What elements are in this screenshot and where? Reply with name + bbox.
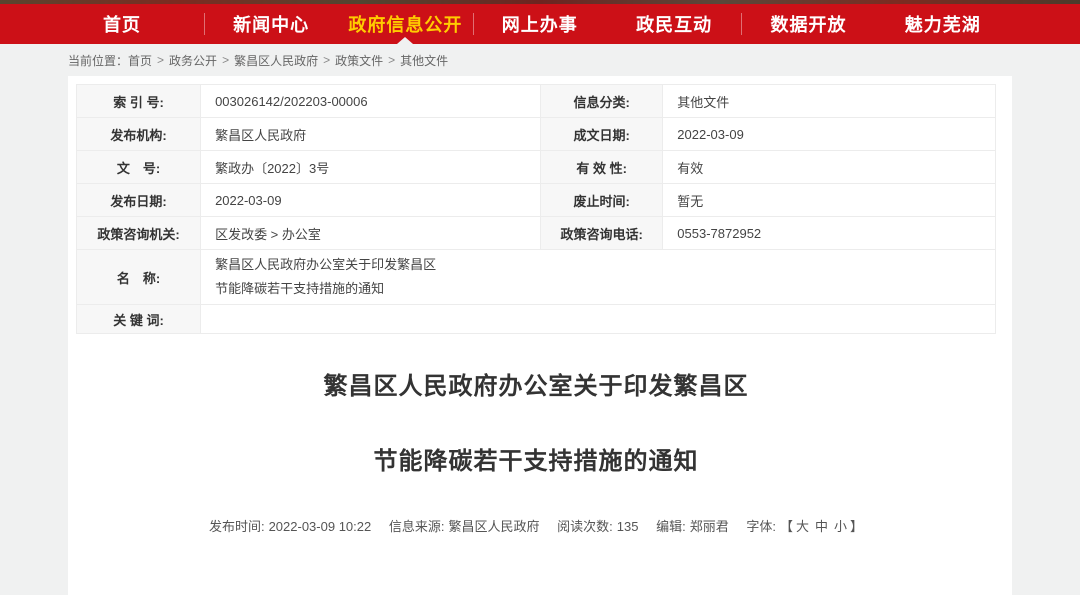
nav-item-public-interaction[interactable]: 政民互动 — [607, 4, 741, 44]
field-label-issuing-agency: 发布机构: — [77, 118, 201, 151]
main-navigation: 首页 新闻中心 政府信息公开 网上办事 政民互动 数据开放 魅力芜湖 — [0, 4, 1080, 44]
breadcrumb-separator: > — [323, 53, 330, 67]
meta-editor-label: 编辑: — [656, 519, 686, 534]
breadcrumb-item-other-files: 其他文件 — [400, 52, 448, 69]
nav-item-label: 政民互动 — [636, 11, 712, 37]
info-row: 索 引 号: 003026142/202203-00006 信息分类: 其他文件 — [77, 85, 996, 118]
breadcrumb-separator: > — [388, 53, 395, 67]
breadcrumb-item-home[interactable]: 首页 — [128, 52, 152, 69]
breadcrumb-item-gov-affairs[interactable]: 政务公开 — [169, 52, 217, 69]
field-value-written-date: 2022-03-09 — [663, 118, 996, 151]
meta-editor: 编辑: 郑丽君 — [656, 519, 732, 534]
field-value-consult-phone: 0553-7872952 — [663, 217, 996, 250]
font-size-switcher: 字体: 【大中小】 — [746, 519, 863, 534]
field-label-consult-agency: 政策咨询机关: — [77, 217, 201, 250]
nav-item-label: 魅力芜湖 — [905, 11, 981, 37]
document-name-line2: 节能降碳若干支持措施的通知 — [215, 277, 981, 301]
field-value-document-name: 繁昌区人民政府办公室关于印发繁昌区 节能降碳若干支持措施的通知 — [201, 250, 996, 305]
breadcrumb-separator: > — [157, 53, 164, 67]
font-size-bracket-open: 【 — [780, 519, 793, 534]
info-row: 政策咨询机关: 区发改委 > 办公室 政策咨询电话: 0553-7872952 — [77, 217, 996, 250]
field-value-doc-number: 繁政办〔2022〕3号 — [201, 151, 541, 184]
nav-item-open-data[interactable]: 数据开放 — [741, 4, 875, 44]
meta-source: 信息来源:繁昌区人民政府 — [389, 519, 543, 534]
nav-item-label: 新闻中心 — [233, 11, 309, 37]
font-size-label: 字体: — [746, 519, 776, 534]
meta-publish-time-label: 发布时间: — [209, 519, 265, 534]
document-title: 繁昌区人民政府办公室关于印发繁昌区 节能降碳若干支持措施的通知 — [76, 366, 996, 476]
document-name-line1: 繁昌区人民政府办公室关于印发繁昌区 — [215, 253, 981, 277]
meta-source-label: 信息来源: — [389, 519, 445, 534]
nav-item-home[interactable]: 首页 — [40, 4, 204, 44]
breadcrumb: 当前位置： 首页 > 政务公开 > 繁昌区人民政府 > 政策文件 > 其他文件 — [0, 44, 1080, 76]
info-row: 文 号: 繁政办〔2022〕3号 有 效 性: 有效 — [77, 151, 996, 184]
info-row: 发布机构: 繁昌区人民政府 成文日期: 2022-03-09 — [77, 118, 996, 151]
document-title-line2: 节能降碳若干支持措施的通知 — [76, 441, 996, 476]
field-label-index-number: 索 引 号: — [77, 85, 201, 118]
field-value-validity: 有效 — [663, 151, 996, 184]
font-size-bracket-close: 】 — [850, 519, 863, 534]
font-size-large-button[interactable]: 大 — [796, 519, 809, 534]
publish-meta-line: 发布时间: 2022-03-09 10:22 信息来源:繁昌区人民政府 阅读次数:… — [76, 516, 996, 535]
breadcrumb-label: 当前位置： — [68, 52, 128, 69]
meta-view-count-label: 阅读次数: — [557, 519, 613, 534]
field-label-info-category: 信息分类: — [541, 85, 663, 118]
field-label-written-date: 成文日期: — [541, 118, 663, 151]
document-title-line1: 繁昌区人民政府办公室关于印发繁昌区 — [76, 366, 996, 401]
field-value-consult-agency: 区发改委 > 办公室 — [201, 217, 541, 250]
meta-view-count-value: 135 — [617, 519, 639, 534]
meta-source-value: 繁昌区人民政府 — [448, 519, 539, 534]
field-label-publish-date: 发布日期: — [77, 184, 201, 217]
field-value-info-category: 其他文件 — [663, 85, 996, 118]
active-tab-indicator-triangle — [397, 37, 413, 44]
breadcrumb-item-policy-files[interactable]: 政策文件 — [335, 52, 383, 69]
nav-item-label: 网上办事 — [502, 11, 578, 37]
nav-item-online-services[interactable]: 网上办事 — [473, 4, 607, 44]
field-value-publish-date: 2022-03-09 — [201, 184, 541, 217]
breadcrumb-item-fanchang-gov[interactable]: 繁昌区人民政府 — [234, 52, 318, 69]
nav-item-label: 首页 — [103, 11, 141, 37]
info-row: 关 键 词: — [77, 305, 996, 334]
field-label-repeal-time: 废止时间: — [541, 184, 663, 217]
field-value-issuing-agency: 繁昌区人民政府 — [201, 118, 541, 151]
nav-item-label: 政府信息公开 — [348, 11, 462, 37]
meta-editor-value: 郑丽君 — [690, 519, 729, 534]
breadcrumb-separator: > — [222, 53, 229, 67]
info-row: 名 称: 繁昌区人民政府办公室关于印发繁昌区 节能降碳若干支持措施的通知 — [77, 250, 996, 305]
content-card: 索 引 号: 003026142/202203-00006 信息分类: 其他文件… — [68, 76, 1012, 595]
field-value-keywords — [201, 305, 996, 334]
info-row: 发布日期: 2022-03-09 废止时间: 暂无 — [77, 184, 996, 217]
field-value-repeal-time: 暂无 — [663, 184, 996, 217]
font-size-medium-button[interactable]: 中 — [815, 519, 828, 534]
meta-publish-time: 发布时间: 2022-03-09 10:22 — [209, 519, 375, 534]
font-size-small-button[interactable]: 小 — [834, 519, 847, 534]
field-label-keywords: 关 键 词: — [77, 305, 201, 334]
meta-publish-time-value: 2022-03-09 10:22 — [269, 519, 372, 534]
nav-item-news-center[interactable]: 新闻中心 — [204, 4, 338, 44]
field-label-doc-number: 文 号: — [77, 151, 201, 184]
field-label-consult-phone: 政策咨询电话: — [541, 217, 663, 250]
field-label-validity: 有 效 性: — [541, 151, 663, 184]
meta-view-count: 阅读次数: 135 — [557, 519, 642, 534]
nav-item-label: 数据开放 — [770, 11, 846, 37]
document-info-table: 索 引 号: 003026142/202203-00006 信息分类: 其他文件… — [76, 84, 996, 334]
field-value-index-number: 003026142/202203-00006 — [201, 85, 541, 118]
nav-item-charming-wuhu[interactable]: 魅力芜湖 — [876, 4, 1010, 44]
field-label-document-name: 名 称: — [77, 250, 201, 305]
